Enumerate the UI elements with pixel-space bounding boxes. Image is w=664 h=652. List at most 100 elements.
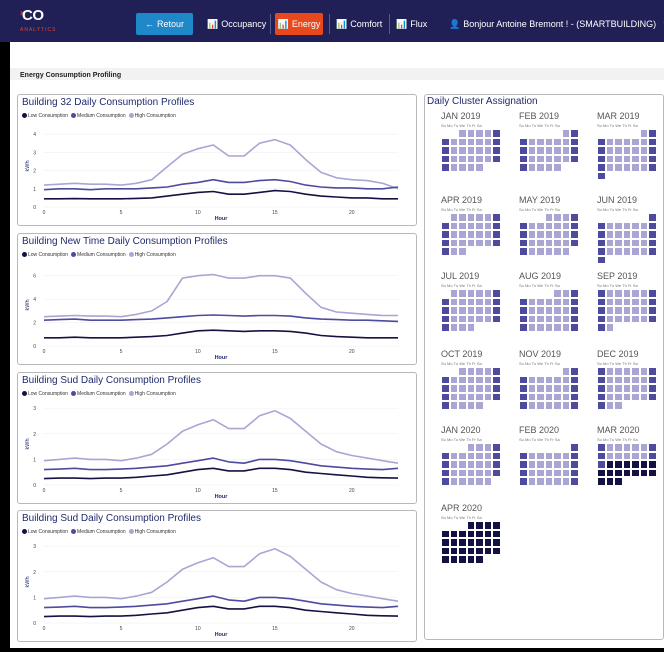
- day-cell-low[interactable]: [597, 468, 606, 477]
- day-cell-high[interactable]: [605, 297, 614, 306]
- day-cell-medium[interactable]: [648, 297, 657, 306]
- day-cell-low[interactable]: [483, 529, 492, 538]
- day-cell-high[interactable]: [639, 306, 648, 315]
- day-cell-high[interactable]: [458, 306, 467, 315]
- day-cell-high[interactable]: [639, 129, 648, 138]
- day-cell-low[interactable]: [449, 538, 458, 547]
- day-cell-low[interactable]: [597, 477, 606, 486]
- day-cell-high[interactable]: [483, 129, 492, 138]
- day-cell-medium[interactable]: [492, 297, 501, 306]
- day-cell-high[interactable]: [475, 137, 484, 146]
- day-cell-high[interactable]: [553, 306, 562, 315]
- day-cell-medium[interactable]: [648, 289, 657, 298]
- day-cell-medium[interactable]: [648, 375, 657, 384]
- day-cell-high[interactable]: [622, 392, 631, 401]
- day-cell-high[interactable]: [458, 289, 467, 298]
- day-cell-high[interactable]: [449, 230, 458, 239]
- day-cell-medium[interactable]: [597, 443, 606, 452]
- day-cell-medium[interactable]: [597, 289, 606, 298]
- day-cell-medium[interactable]: [597, 460, 606, 469]
- day-cell-high[interactable]: [553, 451, 562, 460]
- day-cell-high[interactable]: [561, 314, 570, 323]
- day-cell-high[interactable]: [458, 137, 467, 146]
- day-cell-high[interactable]: [544, 297, 553, 306]
- day-cell-high[interactable]: [639, 238, 648, 247]
- day-cell-high[interactable]: [639, 137, 648, 146]
- day-cell-low[interactable]: [605, 477, 614, 486]
- day-cell-medium[interactable]: [492, 238, 501, 247]
- day-cell-medium[interactable]: [492, 460, 501, 469]
- day-cell-high[interactable]: [475, 221, 484, 230]
- day-cell-high[interactable]: [553, 297, 562, 306]
- day-cell-medium[interactable]: [492, 392, 501, 401]
- day-cell-high[interactable]: [605, 367, 614, 376]
- day-cell-high[interactable]: [614, 163, 623, 172]
- day-cell-high[interactable]: [475, 477, 484, 486]
- day-cell-high[interactable]: [458, 297, 467, 306]
- day-cell-high[interactable]: [527, 247, 536, 256]
- day-cell-high[interactable]: [449, 289, 458, 298]
- day-cell-high[interactable]: [639, 230, 648, 239]
- day-cell-high[interactable]: [449, 221, 458, 230]
- day-cell-high[interactable]: [561, 247, 570, 256]
- day-cell-high[interactable]: [622, 163, 631, 172]
- day-cell-high[interactable]: [466, 238, 475, 247]
- day-cell-high[interactable]: [622, 451, 631, 460]
- day-cell-high[interactable]: [622, 146, 631, 155]
- day-cell-high[interactable]: [527, 238, 536, 247]
- day-cell-high[interactable]: [622, 367, 631, 376]
- day-cell-high[interactable]: [561, 367, 570, 376]
- day-cell-high[interactable]: [536, 221, 545, 230]
- day-cell-high[interactable]: [631, 306, 640, 315]
- day-cell-low[interactable]: [622, 460, 631, 469]
- day-cell-high[interactable]: [483, 375, 492, 384]
- day-cell-high[interactable]: [483, 289, 492, 298]
- day-cell-high[interactable]: [527, 375, 536, 384]
- day-cell-high[interactable]: [449, 392, 458, 401]
- day-cell-high[interactable]: [483, 477, 492, 486]
- day-cell-high[interactable]: [561, 375, 570, 384]
- day-cell-high[interactable]: [536, 137, 545, 146]
- series-line-low[interactable]: [44, 329, 398, 339]
- day-cell-high[interactable]: [458, 460, 467, 469]
- day-cell-high[interactable]: [475, 213, 484, 222]
- day-cell-medium[interactable]: [597, 238, 606, 247]
- day-cell-high[interactable]: [561, 451, 570, 460]
- day-cell-medium[interactable]: [492, 230, 501, 239]
- day-cell-medium[interactable]: [597, 392, 606, 401]
- day-cell-high[interactable]: [553, 238, 562, 247]
- day-cell-low[interactable]: [441, 555, 450, 564]
- day-cell-low[interactable]: [458, 538, 467, 547]
- day-cell-high[interactable]: [527, 146, 536, 155]
- day-cell-high[interactable]: [466, 477, 475, 486]
- day-cell-medium[interactable]: [648, 451, 657, 460]
- day-cell-medium[interactable]: [441, 137, 450, 146]
- day-cell-high[interactable]: [544, 247, 553, 256]
- day-cell-high[interactable]: [458, 163, 467, 172]
- day-cell-high[interactable]: [553, 468, 562, 477]
- day-cell-low[interactable]: [492, 521, 501, 530]
- day-cell-high[interactable]: [639, 154, 648, 163]
- day-cell-medium[interactable]: [597, 323, 606, 332]
- day-cell-high[interactable]: [631, 247, 640, 256]
- day-cell-low[interactable]: [639, 460, 648, 469]
- day-cell-high[interactable]: [614, 367, 623, 376]
- day-cell-high[interactable]: [544, 230, 553, 239]
- day-cell-high[interactable]: [544, 384, 553, 393]
- day-cell-high[interactable]: [622, 230, 631, 239]
- day-cell-high[interactable]: [458, 213, 467, 222]
- day-cell-medium[interactable]: [570, 146, 579, 155]
- day-cell-medium[interactable]: [570, 154, 579, 163]
- day-cell-high[interactable]: [483, 154, 492, 163]
- day-cell-medium[interactable]: [648, 137, 657, 146]
- day-cell-high[interactable]: [536, 323, 545, 332]
- day-cell-high[interactable]: [631, 154, 640, 163]
- day-cell-high[interactable]: [614, 154, 623, 163]
- day-cell-low[interactable]: [648, 460, 657, 469]
- nav-flux[interactable]: 📊 Flux: [396, 14, 427, 34]
- day-cell-high[interactable]: [614, 137, 623, 146]
- day-cell-medium[interactable]: [492, 289, 501, 298]
- day-cell-medium[interactable]: [441, 468, 450, 477]
- day-cell-high[interactable]: [449, 247, 458, 256]
- day-cell-high[interactable]: [553, 163, 562, 172]
